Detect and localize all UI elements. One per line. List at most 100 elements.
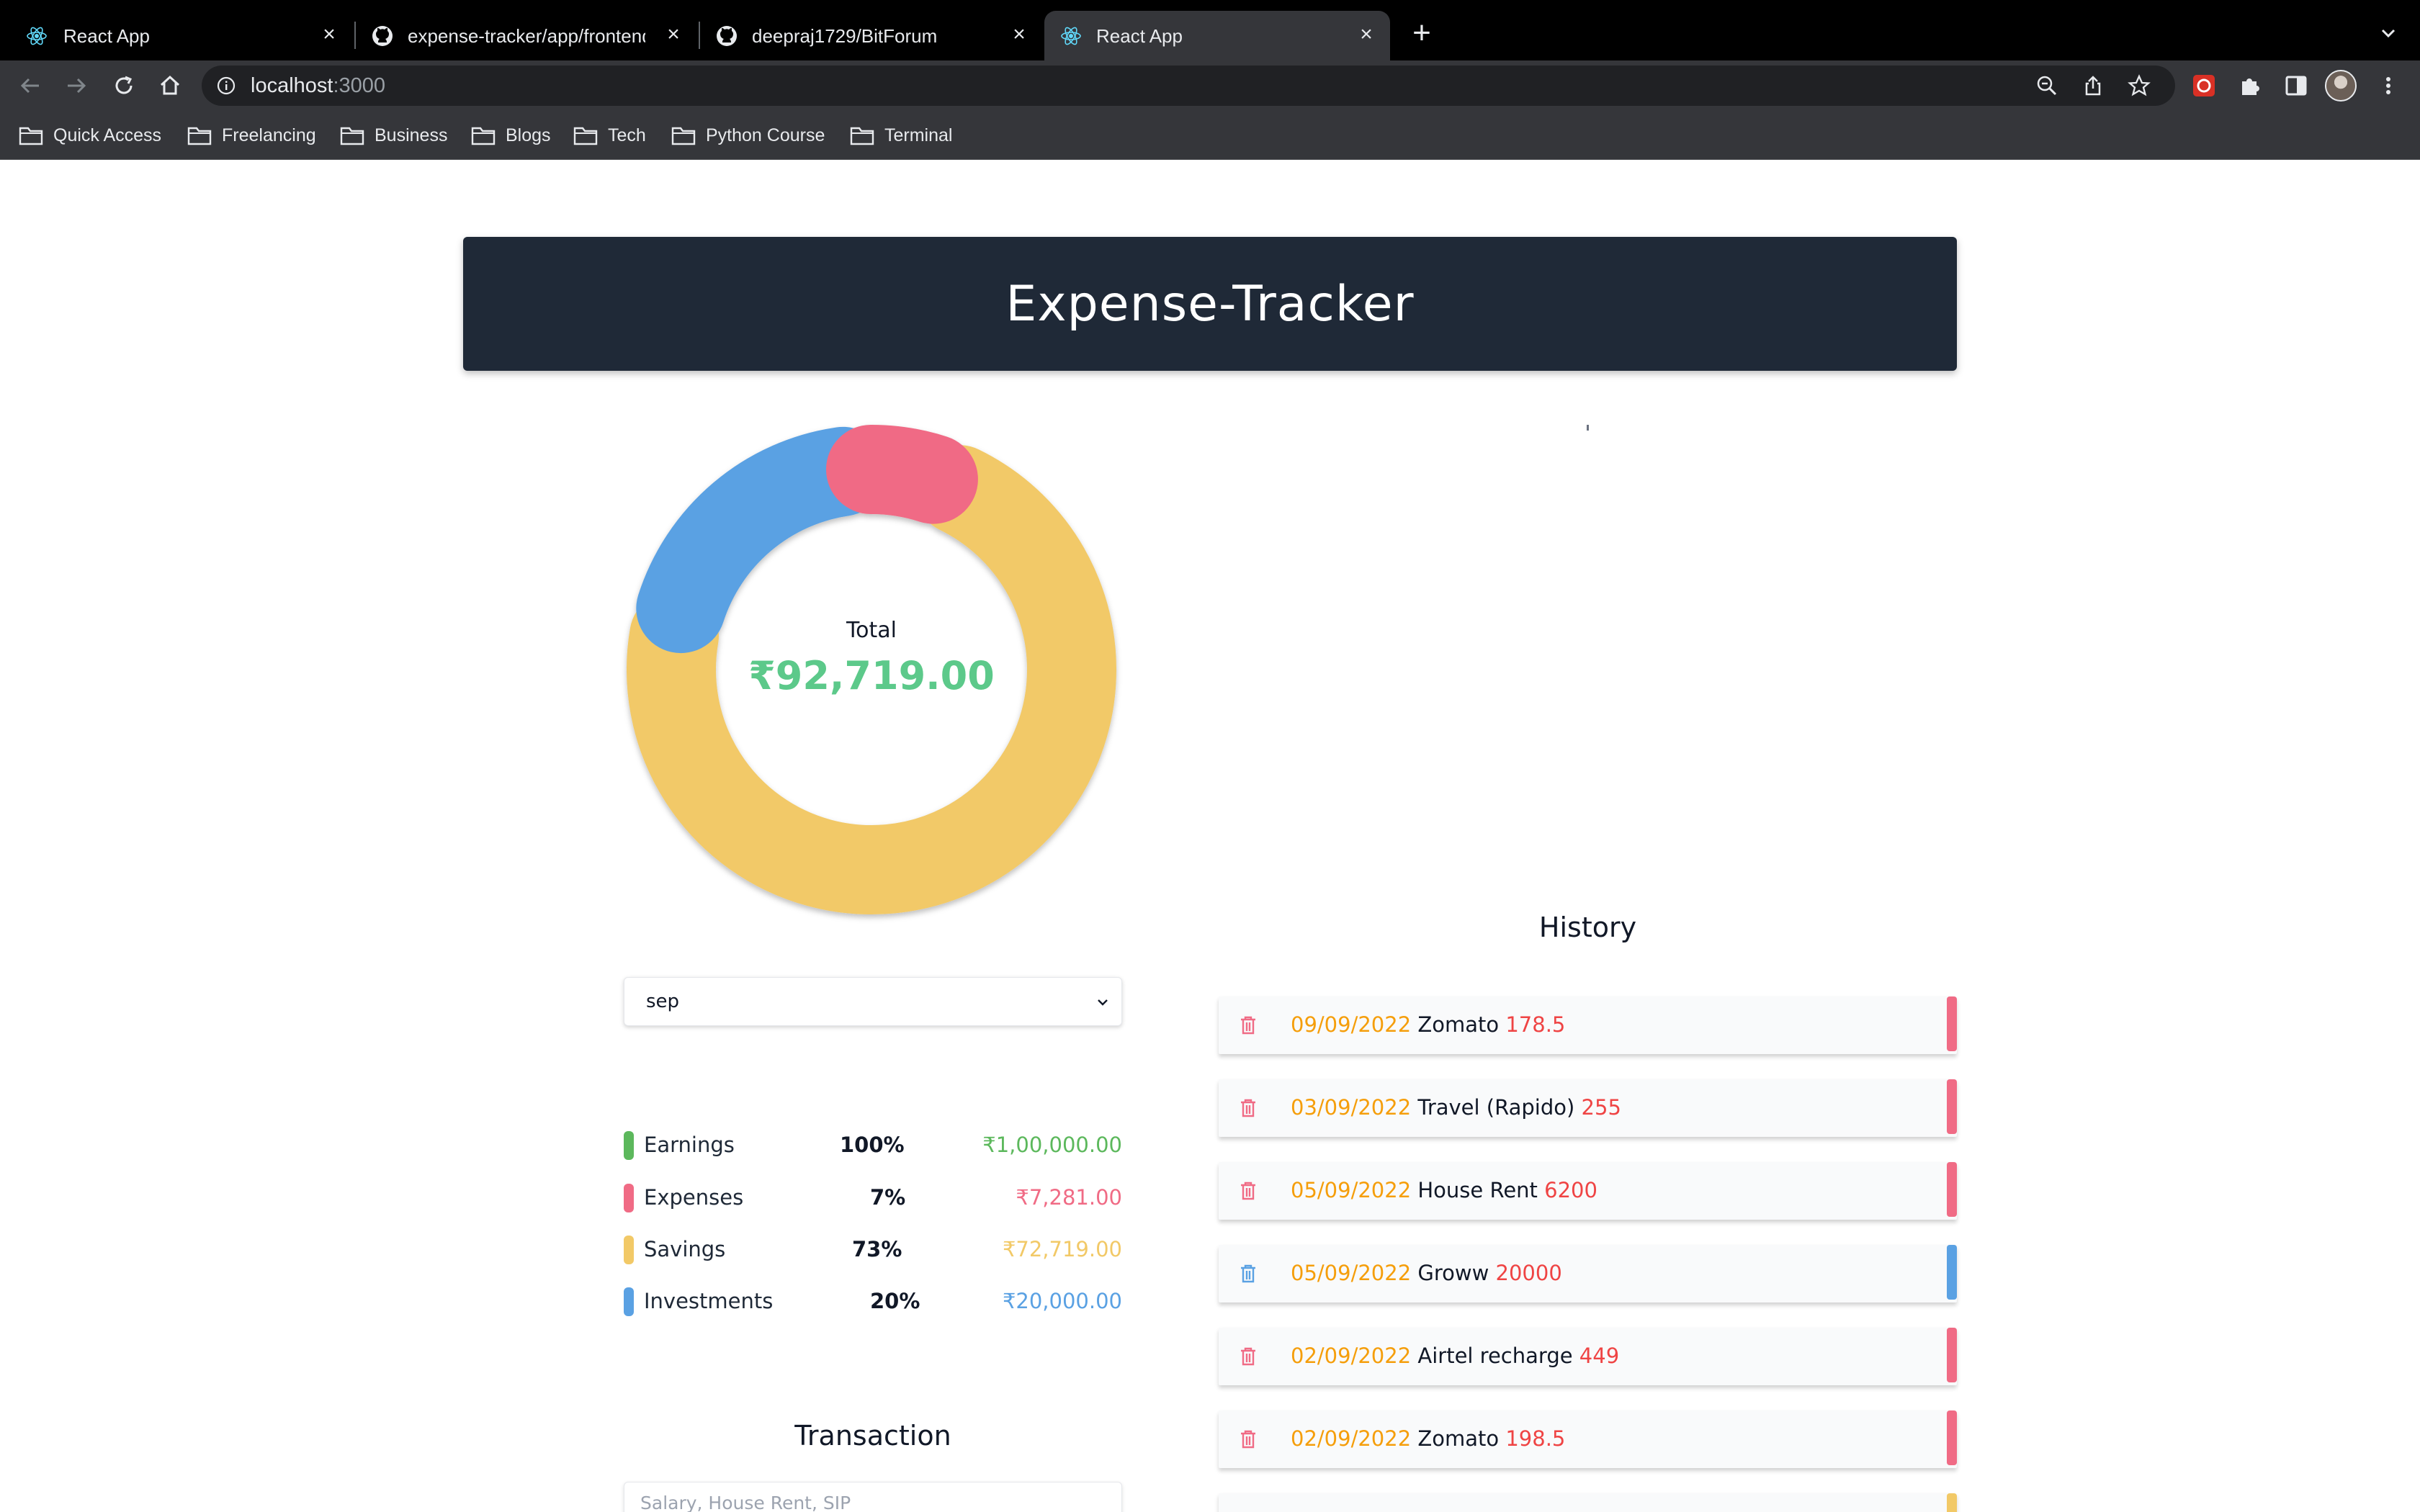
history-item: 03/09/2022 Travel (Rapido) 255 (1219, 1079, 1957, 1137)
history-type-marker (1947, 1328, 1957, 1382)
extension-red-icon[interactable] (2191, 73, 2217, 99)
side-panel-icon[interactable] (2283, 73, 2309, 99)
legend-percent: 20% (870, 1289, 920, 1313)
bookmark-folder[interactable]: Tech (573, 122, 646, 148)
close-tab-icon[interactable]: × (663, 24, 684, 45)
legend-row-savings: Savings 73% ₹72,719.00 (624, 1233, 1122, 1266)
new-tab-button[interactable]: + (1406, 17, 1438, 49)
delete-icon[interactable] (1239, 1264, 1258, 1284)
donut-slice-expenses[interactable] (825, 425, 978, 524)
bookmark-label: Business (375, 125, 448, 145)
history-date: 05/09/2022 (1291, 1261, 1412, 1285)
tab-title: React App (1096, 25, 1183, 47)
bookmark-folder[interactable]: Blogs (471, 122, 551, 148)
legend-color-bar (624, 1131, 634, 1160)
browser-tab-2[interactable]: expense-tracker/app/frontend × (356, 11, 697, 60)
profile-avatar[interactable] (2325, 70, 2357, 102)
reload-icon[interactable] (111, 73, 137, 99)
month-select[interactable]: sep (624, 977, 1122, 1026)
transaction-name-input[interactable] (640, 1493, 1101, 1512)
donut-slice-investments[interactable] (636, 426, 888, 654)
delete-icon[interactable] (1239, 1429, 1258, 1449)
delete-icon[interactable] (1239, 1098, 1258, 1118)
close-tab-icon[interactable]: × (1008, 24, 1030, 45)
legend-percent: 100% (840, 1133, 905, 1157)
history-date: 02/09/2022 (1291, 1344, 1412, 1368)
history-type-marker (1947, 1162, 1957, 1217)
history-text: 03/09/2022 Travel (Rapido) 255 (1291, 1095, 1621, 1120)
address-bar[interactable]: localhost:3000 (202, 66, 2175, 106)
history-type-marker (1947, 1245, 1957, 1300)
bookmark-folder[interactable]: Quick Access (19, 122, 161, 148)
history-name: House Rent (1417, 1178, 1538, 1202)
bookmark-label: Terminal (884, 125, 953, 145)
legend-amount: ₹7,281.00 (1016, 1185, 1122, 1210)
legend-amount: ₹20,000.00 (1002, 1289, 1122, 1313)
legend-row-earnings: Earnings 100% ₹1,00,000.00 (624, 1128, 1122, 1161)
history-item: 05/09/2022 Groww 20000 (1219, 1245, 1957, 1302)
legend-row-expenses: Expenses 7% ₹7,281.00 (624, 1181, 1122, 1214)
bookmark-label: Python Course (706, 125, 825, 145)
more-menu-icon[interactable] (2377, 74, 2400, 97)
app-title: Expense-Tracker (1005, 275, 1415, 333)
folder-icon (471, 127, 496, 145)
history-amount: 20000 (1495, 1261, 1562, 1285)
bookmark-folder[interactable]: Terminal (850, 122, 952, 148)
history-text: 02/09/2022 Airtel recharge 449 (1291, 1344, 1619, 1368)
legend-label: Expenses (644, 1185, 744, 1210)
zoom-icon[interactable] (2035, 74, 2058, 97)
folder-icon (671, 127, 696, 145)
share-icon[interactable] (2081, 74, 2105, 97)
delete-icon[interactable] (1239, 1346, 1258, 1367)
total-label: Total (846, 618, 897, 643)
history-type-marker (1947, 1079, 1957, 1134)
bookmark-folder[interactable]: Business (340, 122, 447, 148)
browser-tab-1[interactable]: React App × (0, 11, 353, 60)
browser-tab-4-active[interactable]: React App × (1044, 11, 1390, 60)
history-type-marker (1947, 996, 1957, 1051)
tab-search-chevron-icon[interactable] (2377, 22, 2400, 45)
url-host: localhost (251, 74, 333, 97)
folder-icon (340, 127, 364, 145)
donut-center-total: Total ₹92,719.00 (605, 618, 1138, 698)
history-date: 02/09/2022 (1291, 1426, 1412, 1451)
history-item: 02/09/2022 Zomato 198.5 (1219, 1410, 1957, 1468)
bookmark-star-icon[interactable] (2128, 74, 2151, 97)
react-icon (27, 27, 47, 45)
tab-title: expense-tracker/app/frontend (408, 25, 645, 47)
close-tab-icon[interactable]: × (1355, 24, 1377, 45)
bookmark-folder[interactable]: Python Course (671, 122, 825, 148)
folder-icon (850, 127, 874, 145)
legend-label: Savings (644, 1237, 726, 1261)
history-text: 09/09/2022 Zomato 178.5 (1291, 1012, 1565, 1037)
history-type-marker (1947, 1493, 1957, 1512)
history-text: 02/09/2022 Zomato 198.5 (1291, 1426, 1565, 1451)
legend-percent: 73% (852, 1237, 902, 1261)
chevron-down-icon (1098, 999, 1108, 1006)
folder-icon (187, 127, 212, 145)
history-date: 05/09/2022 (1291, 1178, 1412, 1202)
extensions-puzzle-icon[interactable] (2237, 73, 2263, 99)
legend-label: Investments (644, 1289, 774, 1313)
history-name: Groww (1417, 1261, 1489, 1285)
history-amount: 6200 (1544, 1178, 1597, 1202)
back-arrow-icon[interactable] (17, 73, 43, 99)
close-tab-icon[interactable]: × (318, 24, 340, 45)
history-amount: 198.5 (1505, 1426, 1566, 1451)
delete-icon[interactable] (1239, 1015, 1258, 1035)
browser-tab-3[interactable]: deepraj1729/BitForum × (700, 11, 1043, 60)
transaction-name-field[interactable] (624, 1482, 1122, 1512)
github-icon (717, 26, 737, 46)
transaction-heading: Transaction (794, 1420, 951, 1452)
site-info-icon[interactable] (216, 76, 236, 96)
delete-icon[interactable] (1239, 1181, 1258, 1201)
month-select-value: sep (646, 991, 680, 1012)
legend-row-investments: Investments 20% ₹20,000.00 (624, 1284, 1122, 1318)
bookmark-folder[interactable]: Freelancing (187, 122, 316, 148)
forward-arrow-icon[interactable] (63, 73, 89, 99)
stray-mark (1587, 425, 1589, 431)
tab-title: deepraj1729/BitForum (752, 25, 938, 47)
app-header: Expense-Tracker (463, 237, 1957, 371)
home-icon[interactable] (157, 73, 183, 99)
bookmark-label: Quick Access (53, 125, 162, 145)
